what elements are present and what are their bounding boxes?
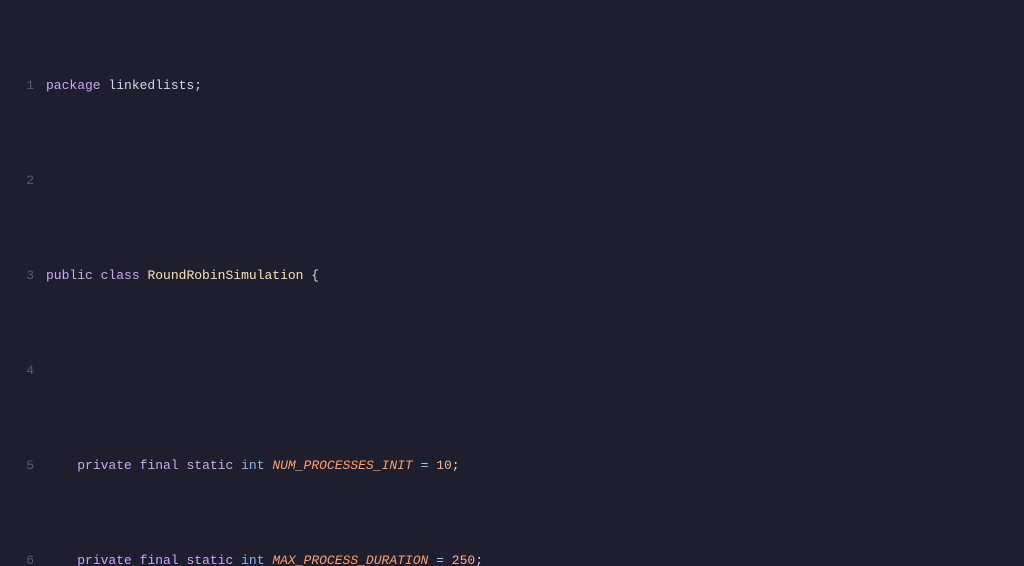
code-content: 1 package linkedlists; 2 3 public class … — [0, 0, 1024, 566]
code-editor: 1 package linkedlists; 2 3 public class … — [0, 0, 1024, 566]
line-6: 6 private final static int MAX_PROCESS_D… — [4, 551, 1024, 566]
line-2: 2 — [4, 171, 1024, 190]
line-4: 4 — [4, 361, 1024, 380]
line-1: 1 package linkedlists; — [4, 76, 1024, 95]
line-3: 3 public class RoundRobinSimulation { — [4, 266, 1024, 285]
line-5: 5 private final static int NUM_PROCESSES… — [4, 456, 1024, 475]
